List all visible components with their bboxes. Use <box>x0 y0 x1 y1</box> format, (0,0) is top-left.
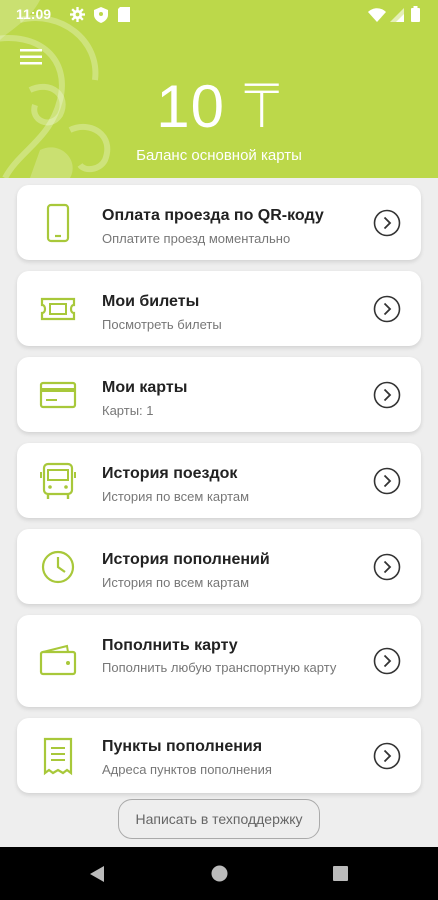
balance-amount: 10 ₸ <box>156 73 282 140</box>
menu-list: Оплата проезда по QR-коду Оплатите проез… <box>17 185 421 804</box>
clock-icon <box>37 546 79 588</box>
menu-item-subtitle: Карты: 1 <box>102 403 154 418</box>
menu-item-title: Пополнить карту <box>102 637 238 654</box>
menu-item-title: Мои билеты <box>102 293 200 310</box>
menu-item-qr-payment[interactable]: Оплата проезда по QR-коду Оплатите проез… <box>17 185 421 260</box>
receipt-icon <box>37 735 79 777</box>
menu-item-topup-history[interactable]: История пополнений История по всем карта… <box>17 529 421 604</box>
menu-item-topup-points[interactable]: Пункты пополнения Адреса пунктов пополне… <box>17 718 421 793</box>
shield-icon <box>94 7 108 23</box>
chevron-right-icon[interactable] <box>373 381 401 409</box>
hamburger-menu-icon[interactable] <box>18 47 46 67</box>
phone-icon <box>37 202 79 244</box>
recents-icon[interactable] <box>333 866 348 881</box>
chevron-right-icon[interactable] <box>373 209 401 237</box>
back-icon[interactable] <box>89 865 105 883</box>
chevron-right-icon[interactable] <box>373 467 401 495</box>
chevron-right-icon[interactable] <box>373 553 401 581</box>
status-bar: 11:09 <box>0 0 438 30</box>
header: 11:09 10 ₸ Баланс основной карты <box>0 0 438 178</box>
chevron-right-icon[interactable] <box>373 647 401 675</box>
settings-icon <box>70 7 85 22</box>
signal-icon <box>390 8 404 22</box>
menu-item-title: Оплата проезда по QR-коду <box>102 207 324 224</box>
battery-icon <box>411 6 420 22</box>
navigation-bar <box>0 847 438 900</box>
menu-item-title: Пункты пополнения <box>102 738 263 755</box>
balance-caption: Баланс основной карты <box>136 147 302 164</box>
menu-item-title: История поездок <box>102 465 238 482</box>
menu-item-subtitle: История по всем картам <box>102 489 250 504</box>
home-icon[interactable] <box>211 865 228 882</box>
menu-item-subtitle: История по всем картам <box>102 575 250 590</box>
status-time: 11:09 <box>16 6 52 22</box>
bus-icon <box>37 460 79 502</box>
sim-card-icon <box>118 7 130 22</box>
wifi-icon <box>368 8 386 22</box>
menu-item-title: История пополнений <box>102 551 270 568</box>
support-button[interactable]: Написать в техподдержку <box>118 799 320 839</box>
menu-item-title: Мои карты <box>102 379 188 396</box>
card-icon <box>37 374 79 416</box>
wallet-icon <box>37 640 79 682</box>
menu-item-subtitle: Оплатите проезд моментально <box>102 231 291 246</box>
menu-item-subtitle: Посмотреть билеты <box>102 317 222 332</box>
menu-item-trip-history[interactable]: История поездок История по всем картам <box>17 443 421 518</box>
menu-item-subtitle: Адреса пунктов пополнения <box>102 762 272 777</box>
chevron-right-icon[interactable] <box>373 295 401 323</box>
menu-item-my-cards[interactable]: Мои карты Карты: 1 <box>17 357 421 432</box>
chevron-right-icon[interactable] <box>373 742 401 770</box>
menu-item-subtitle: Пополнить любую транспортную карту <box>102 660 337 675</box>
ticket-icon <box>37 288 79 330</box>
menu-item-topup-card[interactable]: Пополнить карту Пополнить любую транспор… <box>17 615 421 707</box>
menu-item-my-tickets[interactable]: Мои билеты Посмотреть билеты <box>17 271 421 346</box>
